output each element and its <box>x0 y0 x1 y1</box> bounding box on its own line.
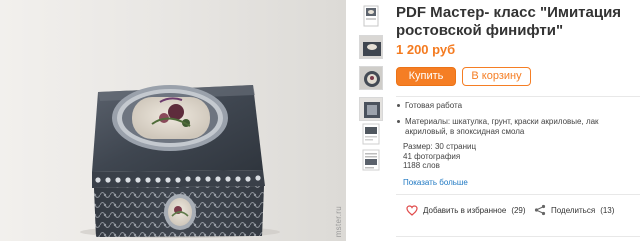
product-photo[interactable]: mster.ru <box>0 0 346 241</box>
divider <box>396 194 640 195</box>
divider <box>396 96 640 97</box>
thumbnail-1[interactable] <box>359 4 383 28</box>
divider <box>396 236 640 237</box>
thumbnail-6[interactable] <box>359 148 383 172</box>
thumbnail-image <box>362 123 380 145</box>
thumbnail-4[interactable] <box>359 97 383 121</box>
add-to-favorites-link[interactable]: Добавить в избранное (29) <box>406 203 526 217</box>
feature-item-materials: Материалы: шкатулка, грунт, краски акрил… <box>396 117 640 137</box>
decorated-box-image <box>80 85 280 238</box>
show-more-link[interactable]: Показать больше <box>403 178 468 187</box>
size-line: Размер: 30 страниц <box>403 142 477 151</box>
product-price: 1 200 руб <box>396 42 456 57</box>
thumbnail-3[interactable] <box>359 66 383 90</box>
thumbnail-2[interactable] <box>359 35 383 59</box>
favorite-label: Добавить в избранное <box>423 205 507 215</box>
thumbnail-image <box>360 36 382 58</box>
heart-outline-icon <box>406 204 418 216</box>
thumbnail-image <box>362 149 380 171</box>
product-meta: Размер: 30 страниц 41 фотография 1188 сл… <box>403 142 476 171</box>
favorite-count: (29) <box>511 205 526 215</box>
thumbnail-image <box>360 67 382 89</box>
photos-count: 41 фотография <box>403 151 461 161</box>
feature-item-ready: Готовая работа <box>396 101 640 111</box>
words-count: 1188 слов <box>403 161 440 171</box>
thumbnail-5[interactable] <box>359 122 383 146</box>
share-label: Поделиться <box>551 205 596 215</box>
feature-list: Готовая работа Материалы: шкатулка, грун… <box>396 101 640 143</box>
buy-button[interactable]: Купить <box>396 67 456 86</box>
thumbnail-image <box>363 5 379 27</box>
add-to-cart-button[interactable]: В корзину <box>462 67 531 86</box>
share-icon <box>534 204 546 216</box>
photo-watermark: mster.ru <box>334 205 343 237</box>
product-title: PDF Мастер- класс "Имитация ростовской ф… <box>396 4 622 39</box>
thumbnail-image <box>360 98 382 120</box>
share-link[interactable]: Поделиться (13) <box>534 203 614 217</box>
share-count: (13) <box>600 205 615 215</box>
